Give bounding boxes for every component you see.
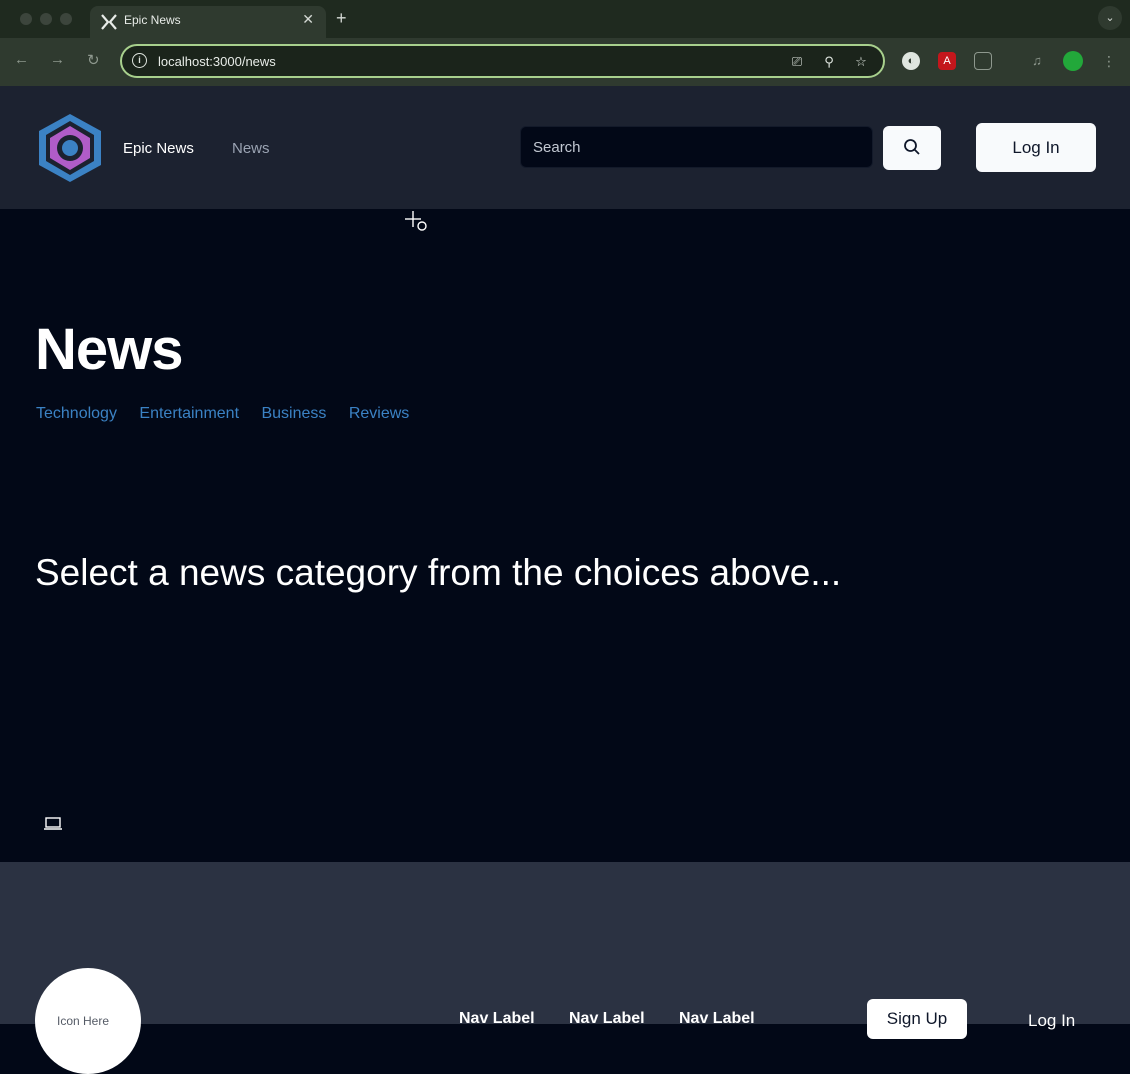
login-button[interactable]: Log In — [976, 123, 1096, 172]
zoom-icon[interactable]: ⚲ — [820, 53, 838, 71]
laptop-icon[interactable] — [44, 817, 62, 830]
address-url[interactable]: localhost:3000/news — [158, 54, 276, 69]
footer-nav-link-1[interactable]: Nav Label — [459, 1010, 535, 1028]
site-footer: Icon Here Nav Label Nav Label Nav Label … — [0, 862, 1130, 1074]
maximize-window-dot[interactable] — [60, 13, 72, 25]
page-title: News — [35, 317, 184, 382]
media-control-icon[interactable]: ♫ — [1028, 52, 1046, 70]
category-link-entertainment[interactable]: Entertainment — [139, 405, 239, 422]
move-cursor-icon — [405, 211, 427, 231]
footer-icon-placeholder: Icon Here — [35, 968, 141, 1074]
epic-favicon-icon — [101, 14, 117, 30]
reload-icon[interactable]: ↻ — [87, 51, 100, 69]
site-header: Epic News News Log In — [0, 86, 1130, 209]
nav-link-news[interactable]: News — [232, 140, 270, 157]
search-button[interactable] — [883, 126, 941, 170]
category-link-business[interactable]: Business — [261, 405, 326, 422]
footer-nav-link-2[interactable]: Nav Label — [569, 1010, 645, 1028]
close-window-dot[interactable] — [20, 13, 32, 25]
footer-login-link[interactable]: Log In — [1028, 1011, 1075, 1031]
extensions-puzzle-icon[interactable] — [974, 52, 992, 70]
site-info-icon[interactable]: i — [132, 53, 147, 68]
category-link-reviews[interactable]: Reviews — [349, 405, 409, 422]
tab-search-chevron-icon[interactable]: ⌄ — [1098, 6, 1122, 30]
tab-title: Epic News — [124, 13, 181, 27]
category-nav: Technology Entertainment Business Review… — [36, 405, 427, 423]
signup-button[interactable]: Sign Up — [867, 999, 967, 1039]
tab-close-icon[interactable]: ✕ — [302, 11, 314, 28]
brand-name[interactable]: Epic News — [123, 140, 194, 157]
search-input[interactable] — [520, 126, 873, 168]
browser-menu-icon[interactable]: ⋮ — [1100, 52, 1118, 70]
back-arrow-icon[interactable]: ← — [14, 51, 29, 68]
minimize-window-dot[interactable] — [40, 13, 52, 25]
install-app-icon[interactable]: ⎚ — [788, 53, 806, 71]
footer-icon-label: Icon Here — [57, 1014, 110, 1028]
bookmark-star-icon[interactable]: ☆ — [852, 53, 870, 71]
epic-logo-icon[interactable] — [36, 112, 104, 184]
footer-nav-link-3[interactable]: Nav Label — [679, 1010, 755, 1028]
new-tab-button[interactable]: + — [336, 8, 347, 29]
forward-arrow-icon[interactable]: → — [50, 51, 65, 68]
browser-tab[interactable]: Epic News ✕ — [90, 6, 326, 38]
browser-tab-bar: Epic News ✕ + ⌄ — [0, 0, 1130, 38]
address-bar[interactable]: i localhost:3000/news ⎚ ⚲ ☆ — [120, 44, 885, 78]
extension-1-icon[interactable]: ◐ — [902, 52, 920, 70]
pdf-extension-icon[interactable]: A — [938, 52, 956, 70]
main-content: News Technology Entertainment Business R… — [0, 209, 1130, 862]
browser-toolbar: ← → ↻ i localhost:3000/news ⎚ ⚲ ☆ ◐ A ♫ … — [0, 38, 1130, 86]
search-icon — [904, 138, 920, 155]
category-link-technology[interactable]: Technology — [36, 405, 117, 422]
profile-avatar[interactable] — [1063, 51, 1083, 71]
category-prompt: Select a news category from the choices … — [35, 552, 842, 593]
